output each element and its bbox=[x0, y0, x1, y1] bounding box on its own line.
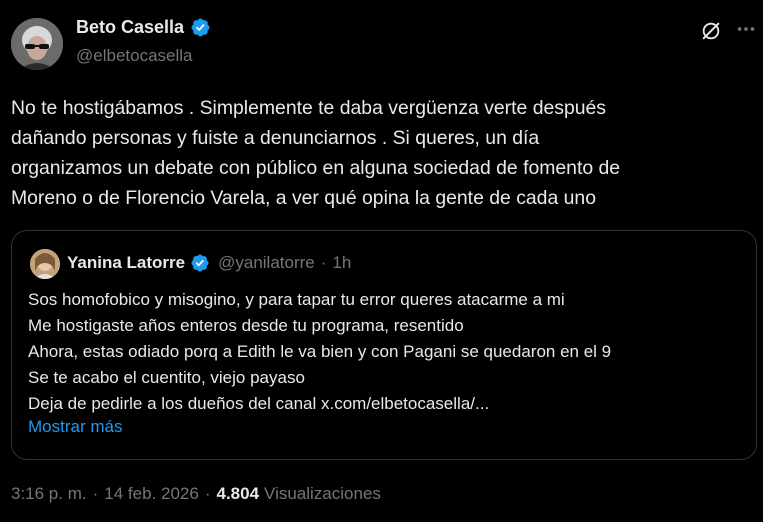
views-label[interactable]: Visualizaciones bbox=[264, 484, 381, 504]
separator-dot: · bbox=[92, 484, 99, 503]
separator-dot: · bbox=[204, 484, 211, 503]
separator-dot: · bbox=[320, 253, 327, 272]
verified-badge-icon[interactable] bbox=[190, 17, 211, 38]
quoted-tweet[interactable]: Yanina Latorre @yanilatorre · 1h Sos hom… bbox=[11, 230, 757, 460]
author-name-row: Beto Casella bbox=[76, 17, 211, 38]
quoted-text: Sos homofobico y misogino, y para tapar … bbox=[28, 290, 612, 413]
more-options-icon[interactable] bbox=[735, 18, 757, 40]
author-display-name[interactable]: Beto Casella bbox=[76, 17, 184, 38]
quoted-time[interactable]: 1h bbox=[332, 253, 351, 273]
verified-badge-icon bbox=[190, 253, 210, 273]
tweet-time[interactable]: 3:16 p. m. bbox=[11, 484, 87, 504]
author-handle[interactable]: @elbetocasella bbox=[76, 46, 193, 66]
grok-icon[interactable] bbox=[700, 20, 722, 42]
quoted-display-name[interactable]: Yanina Latorre bbox=[67, 253, 185, 273]
tweet-meta: 3:16 p. m. · 14 feb. 2026 · 4.804 Visual… bbox=[11, 484, 381, 504]
views-count[interactable]: 4.804 bbox=[216, 484, 259, 504]
show-more-link[interactable]: Mostrar más bbox=[28, 417, 122, 437]
tweet-card: Beto Casella @elbetocasella No te hostig… bbox=[0, 0, 763, 522]
quoted-author-avatar[interactable] bbox=[30, 249, 60, 279]
tweet-text: No te hostigábamos . Simplemente te daba… bbox=[11, 97, 621, 209]
quoted-header: Yanina Latorre @yanilatorre · 1h bbox=[67, 253, 351, 273]
tweet-date[interactable]: 14 feb. 2026 bbox=[104, 484, 199, 504]
author-avatar[interactable] bbox=[11, 18, 63, 70]
quoted-handle[interactable]: @yanilatorre bbox=[218, 253, 315, 273]
